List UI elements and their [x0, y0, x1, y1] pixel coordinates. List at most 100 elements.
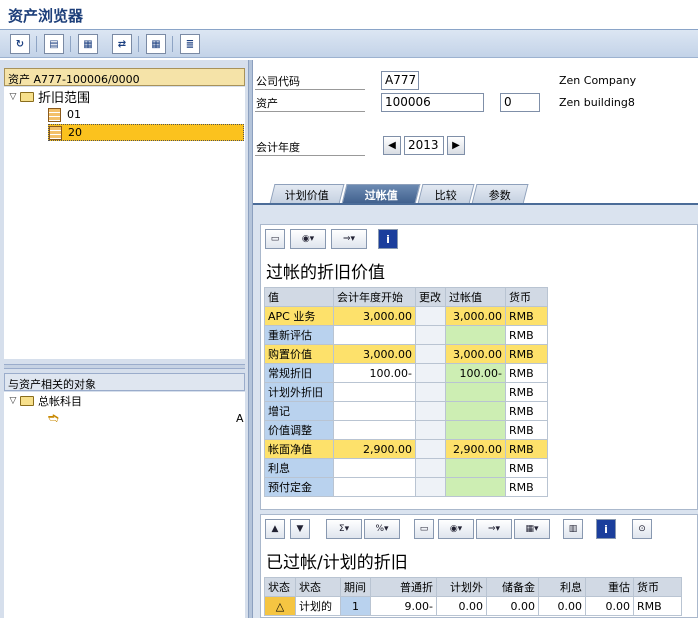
currency-cell: RMB	[505, 363, 548, 383]
transfer-icon[interactable]: ⇄	[112, 34, 132, 54]
layout-icon[interactable]: ▦▾	[514, 519, 550, 539]
sum-icon[interactable]: Σ▾	[326, 519, 362, 539]
column-header[interactable]: 利息	[538, 577, 586, 597]
year-start-cell: 2,900.00	[333, 439, 416, 459]
column-header[interactable]: 普通折	[370, 577, 437, 597]
tree-node-area-01[interactable]: 01	[48, 106, 81, 123]
status-cell: 计划的	[295, 596, 341, 616]
table-row[interactable]: 增记 RMB	[264, 401, 548, 421]
column-header[interactable]: 会计年度开始	[333, 287, 416, 307]
column-header[interactable]: 状态	[264, 577, 296, 597]
value-label-cell: 购置价值	[264, 344, 334, 364]
view-icon[interactable]: ◉▾	[438, 519, 474, 539]
sort-ascending-icon[interactable]: ▲	[265, 519, 285, 539]
posted-values-table: 值 会计年度开始 更改 过帐值 货币 APC 业务 3,000.00 3,000.0…	[264, 287, 548, 497]
column-header[interactable]: 过帐值	[445, 287, 506, 307]
asset-number-field[interactable]: 100006	[381, 93, 484, 112]
view-icon[interactable]: ◉▾	[290, 229, 326, 249]
collapse-icon[interactable]: ▽	[6, 396, 20, 406]
posted-value-cell	[445, 401, 506, 421]
sub-number-field[interactable]: 0	[500, 93, 540, 112]
next-year-button[interactable]: ▶	[447, 136, 465, 155]
info-icon[interactable]: i	[596, 519, 616, 539]
currency-cell: RMB	[633, 596, 682, 616]
value-label-cell: 帐面净值	[264, 439, 334, 459]
field-underline	[255, 111, 365, 112]
table-row[interactable]: APC 业务 3,000.00 3,000.00 RMB	[264, 306, 548, 326]
change-cell	[415, 420, 446, 440]
grid-icon[interactable]: ▦	[146, 34, 166, 54]
title-bar: 资产浏览器	[0, 0, 698, 30]
table-row[interactable]: 预付定金 RMB	[264, 477, 548, 497]
table-row[interactable]: 常规折旧 100.00- 100.00- RMB	[264, 363, 548, 383]
subtotal-icon[interactable]: %▾	[364, 519, 400, 539]
table-row[interactable]: 帐面净值 2,900.00 2,900.00 RMB	[264, 439, 548, 459]
table-row[interactable]: 计划外折旧 RMB	[264, 382, 548, 402]
list-icon[interactable]: ≣	[180, 34, 200, 54]
tree-node-area-20[interactable]: 20	[48, 124, 244, 141]
column-header[interactable]: 货币	[633, 577, 682, 597]
year-start-cell	[333, 401, 416, 421]
tab-posted-values[interactable]: 过帐值	[341, 184, 421, 204]
tab-parameters[interactable]: 参数	[471, 184, 529, 204]
collapse-icon[interactable]: ▽	[6, 92, 20, 102]
document-icon	[49, 125, 62, 140]
posted-value-cell: 3,000.00	[445, 344, 506, 364]
tree-node-gl-item[interactable]: ➬	[48, 410, 59, 427]
value-label-cell: 预付定金	[264, 477, 334, 497]
tab-planned-values[interactable]: 计划价值	[269, 184, 345, 204]
year-start-cell	[333, 420, 416, 440]
previous-year-button[interactable]: ◀	[383, 136, 401, 155]
column-header[interactable]: 状态	[295, 577, 341, 597]
balance-icon[interactable]: ▦	[78, 34, 98, 54]
column-header[interactable]: 重估	[585, 577, 634, 597]
currency-cell: RMB	[505, 325, 548, 345]
currency-cell: RMB	[505, 439, 548, 459]
value-label-cell: 价值调整	[264, 420, 334, 440]
table-row[interactable]: 重新评估 RMB	[264, 325, 548, 345]
table-header-row: 状态 状态 期间 普通折 计划外 储备金 利息 重估 货币	[264, 577, 682, 597]
pane-splitter[interactable]	[4, 364, 245, 369]
company-code-field[interactable]: A777	[381, 71, 419, 90]
table-row[interactable]: 价值调整 RMB	[264, 420, 548, 440]
info-icon[interactable]: i	[378, 229, 398, 249]
print-icon[interactable]: ▭	[414, 519, 434, 539]
column-header[interactable]: 储备金	[486, 577, 539, 597]
tree-node-label: 20	[68, 126, 82, 139]
column-header[interactable]: 值	[264, 287, 334, 307]
column-header[interactable]: 计划外	[436, 577, 487, 597]
currency-cell: RMB	[505, 344, 548, 364]
column-header[interactable]: 货币	[505, 287, 548, 307]
tree-node-depreciation-area[interactable]: ▽ 折旧范围	[6, 88, 90, 106]
change-cell	[415, 382, 446, 402]
print-icon[interactable]: ▭	[265, 229, 285, 249]
refresh-icon[interactable]: ↻	[10, 34, 30, 54]
year-start-cell: 3,000.00	[333, 344, 416, 364]
export-icon[interactable]: ⇒▾	[331, 229, 367, 249]
table-row[interactable]: 购置价值 3,000.00 3,000.00 RMB	[264, 344, 548, 364]
column-header[interactable]: 更改	[415, 287, 446, 307]
glasses-icon[interactable]: ⊙	[632, 519, 652, 539]
change-cell	[415, 325, 446, 345]
value-label-cell: 常规折旧	[264, 363, 334, 383]
change-cell	[415, 344, 446, 364]
value-label-cell: 计划外折旧	[264, 382, 334, 402]
toolbar-separator	[172, 36, 173, 52]
currency-cell: RMB	[505, 458, 548, 478]
table-row[interactable]: 利息 RMB	[264, 458, 548, 478]
year-start-cell	[333, 382, 416, 402]
filter-icon[interactable]: ▼	[290, 519, 310, 539]
chart-icon[interactable]: ▥	[563, 519, 583, 539]
tree-node-gl-account[interactable]: ▽ 总帐科目	[6, 392, 82, 409]
posted-value-cell: 100.00-	[445, 363, 506, 383]
change-cell	[415, 401, 446, 421]
table-row[interactable]: △ 计划的 1 9.00- 0.00 0.00 0.00 0.00 RMB	[264, 596, 682, 616]
planned-depreciation-title: 已过帐/计划的折旧	[266, 553, 408, 573]
folder-icon	[20, 395, 34, 406]
company-name: Zen Company	[559, 74, 637, 87]
export-icon[interactable]: ⇒▾	[476, 519, 512, 539]
tab-comparison[interactable]: 比较	[417, 184, 475, 204]
column-header[interactable]: 期间	[340, 577, 371, 597]
fiscal-year-field[interactable]: 2013	[404, 136, 444, 155]
asset-icon[interactable]: ▤	[44, 34, 64, 54]
